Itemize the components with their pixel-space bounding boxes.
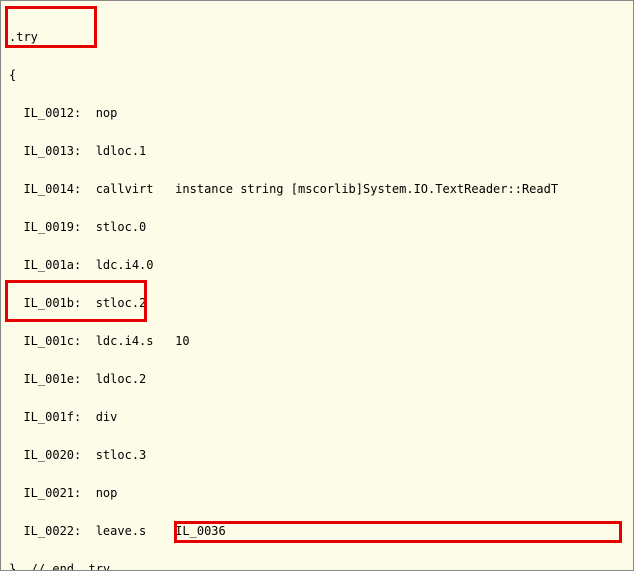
code-line: IL_0014: callvirt instance string [mscor… (9, 180, 633, 199)
code-block: .try { IL_0012: nop IL_0013: ldloc.1 IL_… (1, 1, 633, 571)
code-viewer: .try { IL_0012: nop IL_0013: ldloc.1 IL_… (0, 0, 634, 571)
code-line: IL_001c: ldc.i4.s 10 (9, 332, 633, 351)
code-line: IL_0021: nop (9, 484, 633, 503)
code-line: IL_001a: ldc.i4.0 (9, 256, 633, 275)
code-line: IL_0012: nop (9, 104, 633, 123)
code-line: IL_001f: div (9, 408, 633, 427)
code-line: IL_001b: stloc.2 (9, 294, 633, 313)
code-line: .try (9, 28, 633, 47)
code-line: { (9, 66, 633, 85)
code-line: } // end .try (9, 560, 633, 571)
code-line: IL_0019: stloc.0 (9, 218, 633, 237)
code-line: IL_0013: ldloc.1 (9, 142, 633, 161)
code-line: IL_0020: stloc.3 (9, 446, 633, 465)
code-line: IL_0022: leave.s IL_0036 (9, 522, 633, 541)
code-line: IL_001e: ldloc.2 (9, 370, 633, 389)
